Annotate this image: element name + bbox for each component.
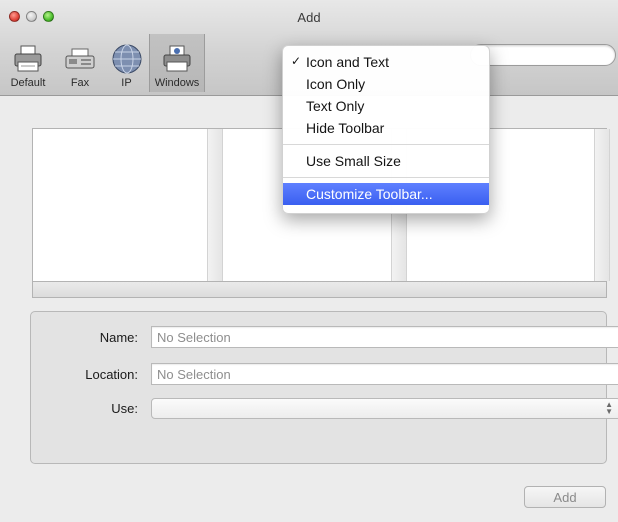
menu-item-label: Use Small Size <box>306 153 401 169</box>
add-printer-window: Add Default Fax IP Windows Name: No Sele… <box>0 0 618 522</box>
toolbar-item-label: IP <box>121 77 132 89</box>
use-label: Use: <box>111 401 138 416</box>
toolbar-item-fax[interactable]: Fax <box>56 34 104 92</box>
menu-item-label: Customize Toolbar... <box>306 186 433 202</box>
menu-item-label: Hide Toolbar <box>306 120 385 136</box>
select-arrows-icon: ▲ ▼ <box>605 400 613 416</box>
menu-item-use-small-size[interactable]: Use Small Size <box>283 150 489 172</box>
printer-icon <box>11 43 45 75</box>
toolbar-item-default[interactable]: Default <box>0 34 56 92</box>
column-divider[interactable] <box>207 129 223 281</box>
menu-separator <box>283 144 489 145</box>
checkmark-icon: ✓ <box>291 54 302 68</box>
add-button[interactable]: Add <box>524 486 606 508</box>
window-title: Add <box>297 10 321 25</box>
name-label: Name: <box>99 329 138 345</box>
printer-info-panel: Name: No Selection Location: No Selectio… <box>30 311 618 464</box>
search-field[interactable] <box>470 44 616 66</box>
location-field[interactable]: No Selection <box>151 363 618 385</box>
toolbar: Default Fax IP Windows <box>0 34 205 92</box>
menu-item-icon-only[interactable]: Icon Only <box>283 73 489 95</box>
location-label: Location: <box>85 366 138 382</box>
windows-printer-icon <box>160 43 194 75</box>
location-row: Location: No Selection <box>31 363 618 385</box>
use-row: Use: ▲ ▼ <box>31 398 618 419</box>
menu-item-label: Icon and Text <box>306 54 390 70</box>
menu-separator <box>283 177 489 178</box>
toolbar-item-label: Default <box>10 77 46 89</box>
menu-item-text-only[interactable]: Text Only <box>283 95 489 117</box>
globe-icon <box>110 43 144 75</box>
menu-item-icon-and-text[interactable]: ✓ Icon and Text <box>283 51 489 73</box>
toolbar-item-label: Windows <box>154 77 200 89</box>
menu-item-label: Text Only <box>306 98 365 114</box>
toolbar-item-label: Fax <box>70 77 90 89</box>
list-scrollbar[interactable] <box>32 282 607 298</box>
toolbar-context-menu: ✓ Icon and Text Icon Only Text Only Hide… <box>282 45 490 214</box>
menu-item-hide-toolbar[interactable]: Hide Toolbar <box>283 117 489 139</box>
fax-icon <box>63 43 97 75</box>
use-select[interactable]: ▲ ▼ <box>151 398 618 419</box>
menu-item-label: Icon Only <box>306 76 366 92</box>
toolbar-item-ip[interactable]: IP <box>104 34 149 92</box>
toolbar-item-windows[interactable]: Windows <box>149 34 205 92</box>
column-divider[interactable] <box>594 129 610 281</box>
name-row: Name: No Selection <box>31 326 618 348</box>
menu-item-customize-toolbar[interactable]: Customize Toolbar... <box>283 183 489 205</box>
name-field[interactable]: No Selection <box>151 326 618 348</box>
